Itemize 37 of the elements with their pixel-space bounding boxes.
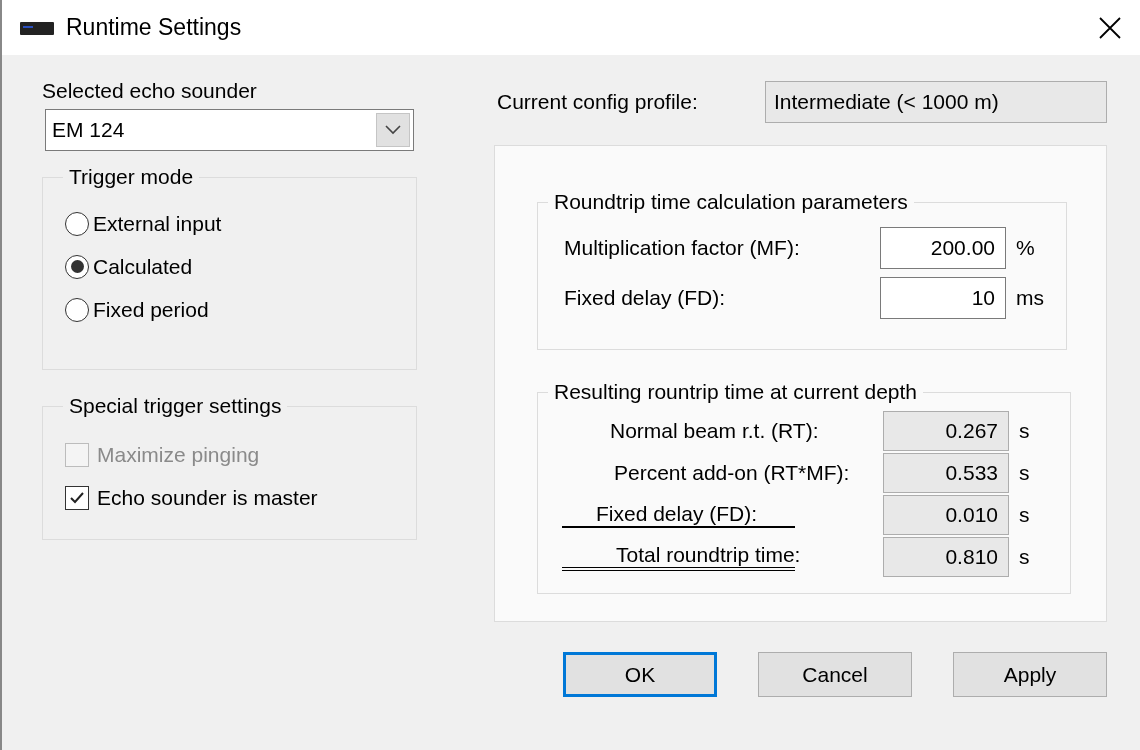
radio-label[interactable]: External input [93, 211, 222, 236]
readonly-field: 0.010 [883, 495, 1009, 535]
radio-button[interactable] [65, 211, 89, 236]
dropdown[interactable]: EM 124 [45, 109, 414, 151]
readonly-field: 0.267 [883, 411, 1009, 451]
result-label: Percent add-on (RT*MF): [613, 461, 850, 485]
readonly-field: 0.533 [883, 453, 1009, 493]
result-label: Total roundtrip time: [615, 543, 801, 567]
readonly-field: 0.810 [883, 537, 1009, 577]
caret-icon [385, 125, 401, 135]
readonly-field: Intermediate (< 1000 m) [765, 81, 1107, 123]
window-title: Runtime Settings [66, 14, 243, 41]
dialog-button[interactable]: Apply [953, 652, 1107, 697]
radio-button[interactable] [65, 297, 89, 322]
input-field[interactable]: 10 [880, 277, 1006, 319]
unit-label: s [1019, 419, 1030, 443]
field-label: Fixed delay (FD): [564, 286, 727, 310]
field-label: Selected echo sounder [42, 79, 258, 103]
unit-label: % [1016, 236, 1035, 260]
checkbox-label[interactable]: Echo sounder is master [97, 485, 318, 510]
field-label: Multiplication factor (MF): [564, 236, 801, 260]
dialog-button[interactable]: OK [563, 652, 717, 697]
input-field[interactable]: 200.00 [880, 227, 1006, 269]
unit-label: ms [1016, 286, 1044, 310]
unit-label: s [1019, 461, 1030, 485]
field-label: Current config profile: [496, 90, 699, 114]
radio-button[interactable] [65, 254, 89, 279]
device-icon [20, 20, 54, 35]
radio-label[interactable]: Fixed period [93, 297, 209, 322]
radio-label[interactable]: Calculated [93, 254, 193, 279]
close-icon [1099, 16, 1121, 39]
dialog-button[interactable]: Cancel [758, 652, 912, 697]
unit-label: s [1019, 503, 1030, 527]
checkbox[interactable] [65, 485, 89, 510]
unit-label: s [1019, 545, 1030, 569]
result-label: Fixed delay (FD): [595, 502, 758, 526]
result-label: Normal beam r.t. (RT): [609, 419, 819, 443]
